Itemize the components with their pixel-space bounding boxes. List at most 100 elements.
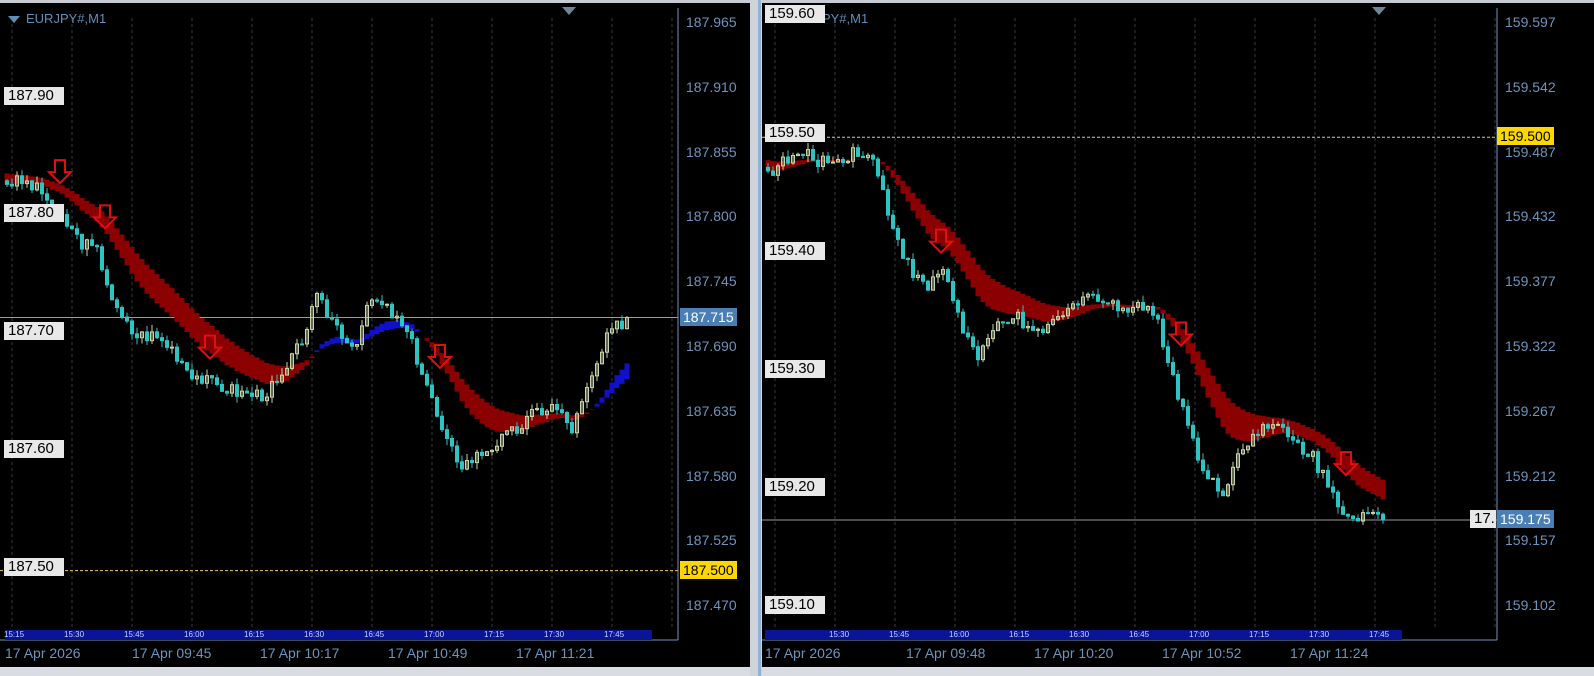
candle: [30, 179, 34, 194]
candle-body: [1351, 515, 1355, 519]
candle-body: [480, 451, 484, 457]
time-axis-label: 17 Apr 2026: [5, 645, 81, 661]
candle: [1226, 483, 1230, 498]
candle: [400, 312, 404, 328]
candle-body: [145, 331, 149, 342]
candle-body: [80, 233, 84, 250]
sell-arrow-icon: [46, 159, 74, 185]
candle: [1086, 292, 1090, 301]
candle: [1211, 477, 1215, 481]
candle: [1371, 509, 1375, 516]
candle-body: [30, 180, 34, 191]
candle-body: [1041, 328, 1045, 334]
candle-body: [100, 246, 104, 271]
price-axis-tick: 187.800: [686, 208, 737, 225]
candle-body: [1326, 469, 1330, 488]
dropdown-triangle-icon[interactable]: [8, 16, 20, 24]
chart-shift-marker-icon[interactable]: [1372, 7, 1386, 15]
candle-body: [75, 228, 79, 235]
chart-shift-marker-icon[interactable]: [562, 7, 576, 15]
candle: [1216, 473, 1220, 498]
candle: [836, 154, 840, 163]
candle-body: [976, 346, 980, 361]
strip-time-label: 17:00: [424, 630, 445, 639]
candle-body: [200, 375, 204, 384]
price-chart-usdjpy[interactable]: [762, 3, 1594, 667]
price-chart-eurjpy[interactable]: [0, 3, 750, 667]
chart-window-eurjpy[interactable]: EURJPY#,M1 187.90 187.80 187.70 187.60 187.5…: [0, 0, 750, 667]
candle: [605, 328, 609, 358]
candle-body: [350, 342, 354, 347]
candle: [495, 439, 499, 454]
candle: [1336, 489, 1340, 514]
candle-body: [335, 318, 339, 326]
candle: [200, 372, 204, 385]
candle: [936, 270, 940, 284]
time-strip: 15:15 15:30 15:45 16:00 16:15 16:30 16:45 17:00…: [4, 630, 652, 640]
candle: [961, 308, 965, 334]
candle-body: [180, 360, 184, 364]
candle: [135, 327, 139, 345]
candle: [195, 370, 199, 386]
candle: [355, 343, 359, 351]
candle-body: [911, 259, 915, 278]
candle: [1236, 448, 1240, 471]
candle-body: [1306, 453, 1310, 457]
candle-body: [225, 390, 229, 394]
price-axis-tick: 187.745: [686, 273, 737, 290]
candle-body: [125, 316, 129, 322]
candle: [1046, 321, 1050, 335]
candle-body: [1021, 311, 1025, 329]
candle-body: [120, 307, 124, 318]
candle: [615, 320, 619, 334]
candle: [871, 153, 875, 167]
candle: [916, 270, 920, 281]
strip-time-label: 17:15: [1249, 630, 1270, 639]
candle-body: [951, 281, 955, 302]
candle-body: [415, 338, 419, 365]
candle: [1206, 464, 1210, 480]
candle-body: [420, 363, 424, 375]
price-level-label: 187.80: [4, 204, 64, 222]
candle: [585, 382, 589, 409]
candle: [1156, 313, 1160, 324]
candle-body: [245, 390, 249, 394]
candle-body: [220, 383, 224, 392]
candle-body: [801, 153, 805, 156]
candle-body: [1176, 374, 1180, 400]
candle-body: [1186, 406, 1190, 426]
candle: [1031, 319, 1035, 331]
price-axis-tick: 159.267: [1505, 402, 1556, 419]
strip-time-label: 16:15: [1009, 630, 1030, 639]
candle: [1171, 356, 1175, 377]
window-splitter[interactable]: [750, 0, 762, 676]
candle-body: [345, 337, 349, 344]
candle: [485, 450, 489, 457]
candle-body: [570, 422, 574, 434]
candle: [1121, 306, 1125, 314]
candle: [971, 332, 975, 351]
strip-time-label: 16:00: [184, 630, 205, 639]
candle-body: [1286, 426, 1290, 438]
candle: [1041, 325, 1045, 336]
candle: [555, 398, 559, 415]
candle: [560, 403, 564, 415]
candle: [981, 344, 985, 363]
price-level-label: 187.60: [4, 440, 64, 458]
candle-body: [1206, 470, 1210, 480]
candle: [345, 335, 349, 344]
candle: [455, 440, 459, 469]
candle: [75, 222, 79, 240]
candle: [831, 156, 835, 164]
candle-body: [455, 445, 459, 463]
strip-time-label: 16:30: [304, 630, 325, 639]
symbol-label: EURJPY#,M1: [26, 11, 107, 26]
candle: [1131, 301, 1135, 316]
chart-window-usdjpy[interactable]: USDJPY#,M1 159.60 159.50 159.40 159.30 159.2…: [762, 0, 1594, 667]
candle: [1356, 514, 1360, 522]
candle-body: [450, 437, 454, 447]
candle: [305, 327, 309, 348]
candle: [575, 411, 579, 438]
candle-body: [1346, 513, 1350, 517]
candle-body: [1201, 459, 1205, 472]
